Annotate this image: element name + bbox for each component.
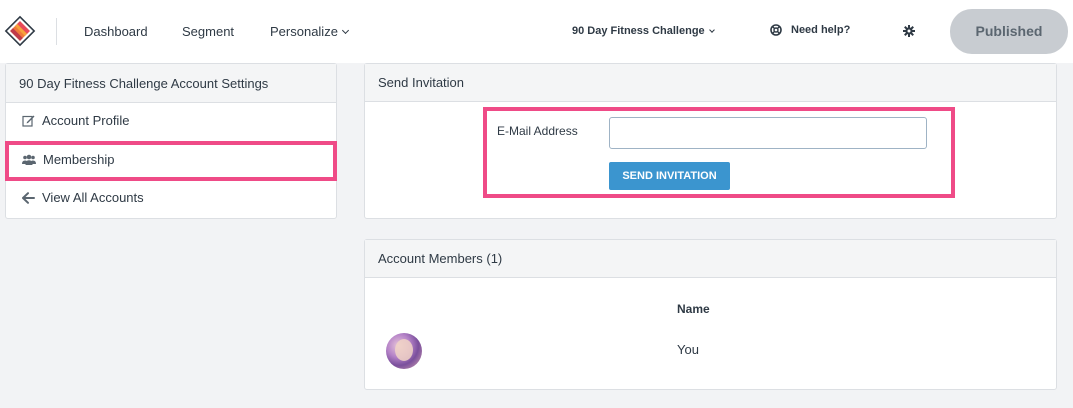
account-switcher-dropdown[interactable]: 90 Day Fitness Challenge [572, 25, 715, 37]
nav-segment-label: Segment [182, 24, 235, 39]
email-field[interactable] [609, 117, 927, 149]
sidebar-item-label: Membership [43, 152, 115, 167]
sidebar-item-view-all-accounts[interactable]: View All Accounts [22, 190, 144, 205]
need-help-label: Need help? [791, 24, 851, 36]
chevron-down-icon [708, 27, 715, 33]
lifebuoy-icon [770, 24, 782, 36]
users-icon [22, 154, 36, 165]
arrow-left-icon [22, 191, 35, 204]
nav-dashboard-link[interactable]: Dashboard [84, 24, 148, 39]
gear-icon[interactable] [903, 25, 915, 37]
avatar [386, 333, 422, 369]
chevron-down-icon [341, 26, 349, 35]
email-label: E-Mail Address [497, 124, 578, 138]
edit-icon [22, 115, 35, 127]
nav-personalize-dropdown[interactable]: Personalize [270, 24, 349, 39]
account-members-title: Account Members (1) [365, 240, 1056, 278]
nav-dashboard-label: Dashboard [84, 24, 148, 39]
brand-logo-icon[interactable] [3, 14, 37, 48]
sidebar-item-label: View All Accounts [42, 190, 144, 205]
sidebar-item-label: Account Profile [42, 113, 130, 128]
sidebar-item-membership[interactable]: Membership [22, 152, 115, 167]
member-name: You [677, 342, 699, 357]
sidebar-item-account-profile[interactable]: Account Profile [22, 113, 129, 128]
column-header-name: Name [677, 302, 710, 316]
nav-personalize-label: Personalize [270, 24, 338, 39]
published-button[interactable]: Published [950, 9, 1068, 54]
nav-divider [56, 18, 57, 45]
need-help-link[interactable]: Need help? [770, 24, 850, 36]
account-members-panel: Account Members (1) [364, 239, 1057, 390]
divider [6, 180, 336, 181]
send-invitation-title: Send Invitation [365, 64, 1056, 102]
nav-segment-link[interactable]: Segment [182, 24, 234, 39]
account-switcher-label: 90 Day Fitness Challenge [572, 25, 705, 37]
top-navbar: Dashboard Segment Personalize 90 Day Fit… [0, 0, 1073, 63]
sidebar-title: 90 Day Fitness Challenge Account Setting… [6, 64, 336, 103]
send-invitation-button[interactable]: SEND INVITATION [609, 162, 730, 190]
divider [6, 141, 336, 142]
